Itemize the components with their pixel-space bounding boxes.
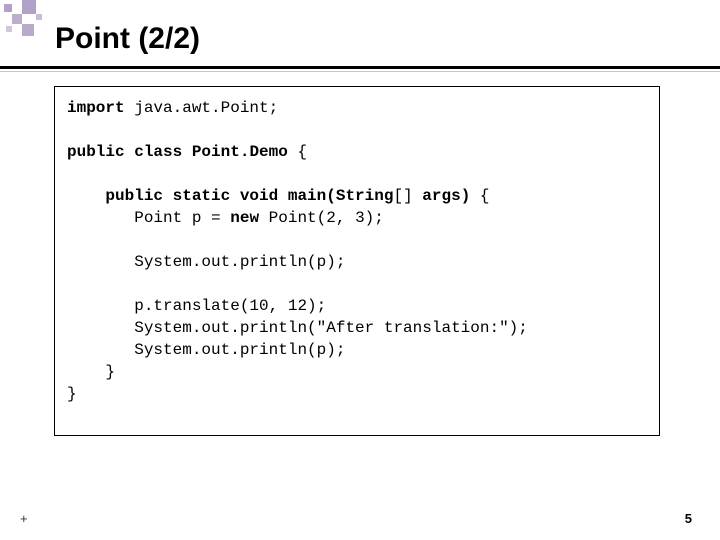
corner-decoration <box>0 0 60 40</box>
title-rule-bold <box>0 66 720 69</box>
kw-public-class: public class <box>67 143 192 161</box>
code-text: System.out.println(p); <box>67 253 345 271</box>
title-rule-thin <box>0 71 720 72</box>
code-text: } <box>67 385 77 403</box>
method-name: main(String <box>288 187 394 205</box>
param-name: args) <box>422 187 470 205</box>
code-text: java.awt.Point; <box>125 99 279 117</box>
code-text: [] <box>393 187 422 205</box>
code-text: } <box>67 363 115 381</box>
code-text: System.out.println(p); <box>67 341 345 359</box>
code-text: p.translate(10, 12); <box>67 297 326 315</box>
page-number: 5 <box>685 511 692 526</box>
code-box: import java.awt.Point; public class Poin… <box>54 86 660 436</box>
slide: Point (2/2) import java.awt.Point; publi… <box>0 0 720 540</box>
classname: Point.Demo <box>192 143 288 161</box>
kw-new: new <box>230 209 259 227</box>
code-text: Point(2, 3); <box>259 209 384 227</box>
code-text: System.out.println("After translation:")… <box>67 319 528 337</box>
slide-title: Point (2/2) <box>55 22 200 56</box>
code-text: { <box>288 143 307 161</box>
footer-plus: + <box>20 511 28 526</box>
code-text: Point p = <box>67 209 230 227</box>
code-block: import java.awt.Point; public class Poin… <box>67 97 647 405</box>
code-text: { <box>470 187 489 205</box>
kw-import: import <box>67 99 125 117</box>
kw-method-sig: public static void <box>67 187 288 205</box>
